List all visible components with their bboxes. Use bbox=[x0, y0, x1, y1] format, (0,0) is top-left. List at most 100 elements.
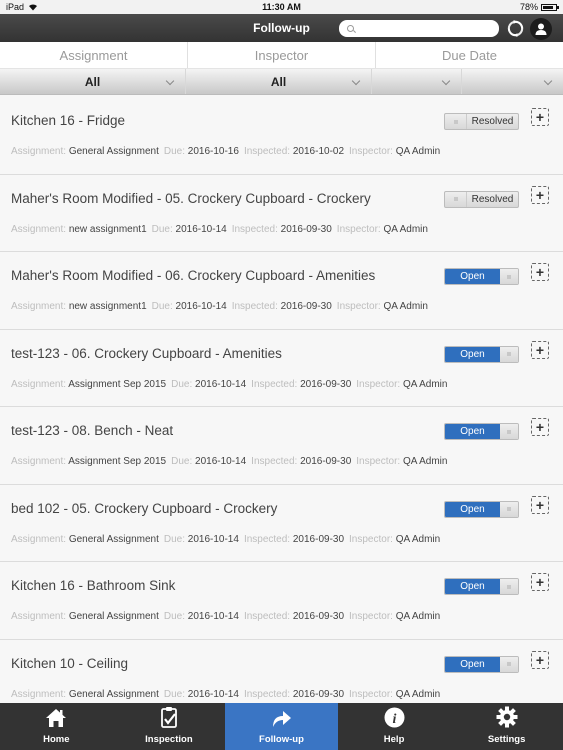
status-toggle[interactable]: Open bbox=[444, 268, 519, 285]
inspected-value: 2016-09-30 bbox=[292, 688, 345, 700]
inspector-label: Inspector: bbox=[349, 146, 393, 157]
inspector-label: Inspector: bbox=[349, 533, 393, 545]
user-profile-button[interactable] bbox=[530, 18, 552, 40]
tab-settings[interactable]: Settings bbox=[450, 703, 563, 750]
add-icon[interactable]: + bbox=[531, 650, 549, 669]
assignment-filter-value: All bbox=[84, 74, 101, 89]
status-label: Open bbox=[445, 501, 500, 517]
assignment-value: General Assignment bbox=[68, 611, 159, 622]
status-label: Resolved bbox=[471, 116, 514, 127]
search-input[interactable] bbox=[358, 23, 499, 34]
tab-inspection[interactable]: Inspection bbox=[113, 703, 226, 750]
status-toggle[interactable]: Open bbox=[444, 423, 519, 440]
tab-follow-up[interactable]: Follow-up bbox=[225, 703, 338, 750]
assignment-label: Assignment: bbox=[11, 223, 67, 235]
tab-label: Follow-up bbox=[259, 734, 304, 745]
item-meta: Assignment: General Assignment Due: 2016-… bbox=[11, 146, 445, 157]
due-value: 2016-10-14 bbox=[195, 456, 247, 467]
add-icon[interactable]: + bbox=[531, 108, 549, 126]
item-title: Kitchen 16 - Bathroom Sink bbox=[11, 578, 176, 593]
chevron-down-icon bbox=[165, 76, 175, 86]
inspector-value: QA Admin bbox=[395, 688, 441, 700]
due-label: Due: bbox=[163, 533, 185, 545]
status-toggle[interactable]: Open bbox=[444, 500, 519, 518]
list-item[interactable]: Maher's Room Modified - 05. Crockery Cup… bbox=[0, 174, 563, 252]
search-box[interactable] bbox=[339, 20, 499, 37]
inspector-label: Inspector: bbox=[349, 611, 393, 622]
inspector-filter-select[interactable]: All bbox=[186, 69, 372, 94]
add-icon[interactable]: + bbox=[531, 340, 549, 359]
chevron-down-icon bbox=[543, 76, 553, 86]
tab-help[interactable]: i Help bbox=[338, 703, 451, 750]
due-value: 2016-10-14 bbox=[187, 611, 239, 622]
inspector-value: QA Admin bbox=[395, 611, 441, 622]
status-toggle[interactable]: Resolved bbox=[444, 113, 519, 130]
add-icon[interactable]: + bbox=[531, 263, 549, 281]
item-title: test-123 - 06. Crockery Cupboard - Ameni… bbox=[11, 345, 282, 361]
due-label: Due: bbox=[171, 378, 193, 390]
filter-header: Assignment Inspector Due Date bbox=[0, 42, 563, 69]
inspected-value: 2016-10-02 bbox=[292, 146, 345, 157]
share-arrow-icon bbox=[270, 708, 292, 734]
inspected-label: Inspected: bbox=[243, 533, 291, 545]
item-title: bed 102 - 05. Crockery Cupboard - Crocke… bbox=[11, 500, 278, 516]
status-toggle[interactable]: Open bbox=[444, 345, 519, 363]
svg-text:i: i bbox=[392, 712, 396, 727]
inspected-value: 2016-09-30 bbox=[300, 378, 352, 390]
list-item[interactable]: bed 102 - 05. Crockery Cupboard - Crocke… bbox=[0, 484, 563, 562]
tab-label: Help bbox=[383, 734, 405, 745]
toggle-knob bbox=[500, 501, 518, 517]
due-value: 2016-10-14 bbox=[187, 688, 239, 700]
inspector-filter-value: All bbox=[270, 74, 287, 89]
status-label: Resolved bbox=[471, 193, 514, 205]
inspector-value: QA Admin bbox=[402, 378, 448, 390]
inspector-label: Inspector: bbox=[356, 378, 401, 390]
status-label: Open bbox=[445, 424, 500, 439]
due-label: Due: bbox=[163, 611, 185, 622]
due-label: Due: bbox=[163, 688, 185, 700]
list-item[interactable]: Kitchen 10 - Ceiling Assignment: General … bbox=[0, 639, 563, 703]
refresh-icon[interactable] bbox=[506, 19, 525, 38]
tab-label: Inspection bbox=[145, 734, 193, 745]
filter-header-due-date: Due Date bbox=[442, 48, 497, 63]
due-date-to-select[interactable] bbox=[462, 69, 563, 94]
list-item[interactable]: test-123 - 06. Crockery Cupboard - Ameni… bbox=[0, 329, 563, 407]
status-toggle[interactable]: Open bbox=[444, 578, 519, 595]
inspected-label: Inspected: bbox=[231, 223, 278, 235]
status-toggle[interactable]: Resolved bbox=[444, 190, 519, 208]
due-value: 2016-10-14 bbox=[187, 533, 239, 545]
assignment-value: General Assignment bbox=[68, 146, 159, 157]
list-item[interactable]: Maher's Room Modified - 06. Crockery Cup… bbox=[0, 252, 563, 330]
status-time: 11:30 AM bbox=[262, 2, 301, 12]
item-meta: Assignment: new assignment1 Due: 2016-10-… bbox=[11, 224, 433, 235]
due-date-from-select[interactable] bbox=[372, 69, 462, 94]
list-item[interactable]: test-123 - 08. Bench - Neat Assignment: A… bbox=[0, 407, 563, 485]
item-title: Maher's Room Modified - 05. Crockery Cup… bbox=[11, 190, 371, 206]
add-icon[interactable]: + bbox=[531, 495, 549, 514]
item-meta: Assignment: new assignment1 Due: 2016-10-… bbox=[11, 301, 433, 312]
inspected-label: Inspected: bbox=[243, 611, 291, 622]
chevron-down-icon bbox=[351, 76, 361, 86]
toggle-knob bbox=[500, 424, 518, 439]
filter-header-inspector: Inspector bbox=[188, 42, 376, 68]
status-toggle[interactable]: Open bbox=[444, 655, 519, 673]
inspector-value: QA Admin bbox=[383, 223, 428, 235]
assignment-value: new assignment1 bbox=[68, 223, 147, 235]
inspector-value: QA Admin bbox=[402, 456, 448, 467]
inspected-value: 2016-09-30 bbox=[292, 533, 345, 545]
add-icon[interactable]: + bbox=[531, 418, 549, 436]
tab-label: Home bbox=[43, 734, 70, 745]
inspected-label: Inspected: bbox=[251, 456, 298, 467]
status-label: Open bbox=[445, 579, 500, 594]
battery-icon bbox=[541, 3, 559, 11]
list-item[interactable]: Kitchen 16 - Fridge Assignment: General A… bbox=[0, 97, 563, 175]
home-icon bbox=[45, 708, 67, 734]
add-icon[interactable]: + bbox=[531, 573, 549, 591]
tab-home[interactable]: Home bbox=[0, 703, 113, 750]
add-icon[interactable]: + bbox=[531, 185, 549, 204]
list-item[interactable]: Kitchen 16 - Bathroom Sink Assignment: Ge… bbox=[0, 562, 563, 640]
inspector-label: Inspector: bbox=[349, 688, 393, 700]
assignment-filter-select[interactable]: All bbox=[0, 69, 186, 94]
due-label: Due: bbox=[151, 223, 173, 235]
due-label: Due: bbox=[163, 146, 185, 157]
